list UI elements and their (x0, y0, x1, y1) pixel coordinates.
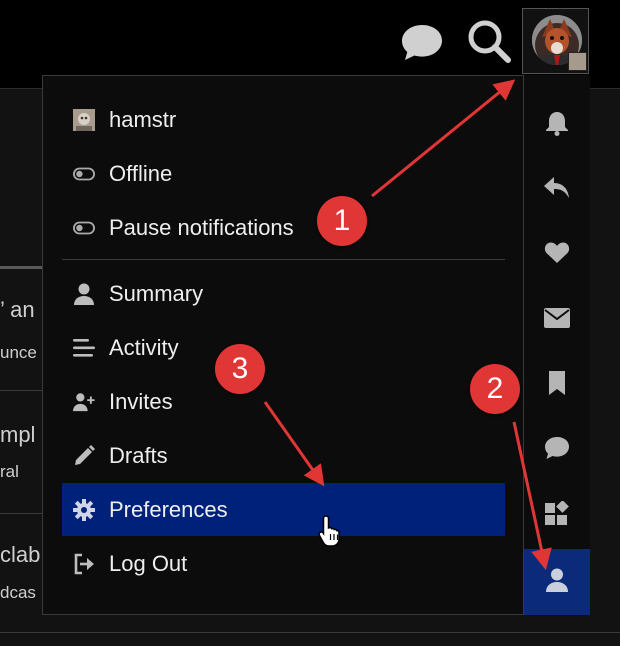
topic-title-fragment[interactable]: ’ an (0, 297, 35, 323)
reply-icon (544, 176, 570, 204)
menu-item-label: Drafts (109, 442, 168, 468)
bookmark-icon (548, 370, 566, 400)
topic-category-fragment: dcas (0, 583, 36, 602)
bell-icon (545, 110, 569, 141)
hand-cursor-icon (318, 514, 344, 553)
sign-out-icon (73, 553, 95, 575)
divider (0, 513, 42, 514)
pause-notifications-label: Pause notifications (109, 214, 294, 240)
user-profile-item[interactable]: hamstr (62, 93, 505, 146)
menu-divider (62, 259, 505, 260)
status-offline-toggle[interactable]: Offline (62, 147, 505, 200)
divider (0, 632, 620, 633)
chat-bubble-icon[interactable] (400, 22, 444, 67)
user-avatar-button[interactable] (522, 8, 589, 74)
heart-icon (544, 242, 570, 269)
user-menu-tabs (523, 75, 590, 615)
menu-item-label: Invites (109, 388, 173, 414)
tab-profile[interactable] (524, 549, 590, 615)
callout-badge-2: 2 (470, 364, 520, 414)
username: hamstr (109, 106, 177, 132)
menu-item-logout[interactable]: Log Out (62, 537, 505, 590)
tab-replies[interactable] (524, 160, 590, 220)
callout-badge-1: 1 (317, 196, 367, 246)
menu-item-label: Activity (109, 334, 179, 360)
envelope-icon (544, 307, 570, 333)
user-icon (546, 568, 568, 597)
user-mini-avatar (73, 108, 95, 131)
menu-item-label: Summary (109, 280, 204, 306)
menu-item-label: Preferences (109, 496, 228, 522)
callout-badge-3: 3 (215, 344, 265, 394)
topic-title-fragment[interactable]: clab (0, 542, 40, 568)
menu-item-label: Log Out (109, 550, 188, 576)
tab-messages[interactable] (524, 290, 590, 350)
user-icon (73, 283, 95, 305)
user-plus-icon (73, 391, 95, 413)
menu-item-preferences[interactable]: Preferences (62, 483, 505, 536)
user-avatar-mini (568, 52, 587, 71)
tab-likes[interactable] (524, 225, 590, 285)
toggle-off-icon (73, 217, 95, 239)
widgets-icon (545, 499, 569, 530)
stream-icon (73, 337, 95, 359)
tab-bookmarks[interactable] (524, 355, 590, 415)
menu-item-invites[interactable]: Invites (62, 375, 505, 428)
topic-category-fragment: ral (0, 462, 19, 481)
pencil-icon (73, 444, 95, 467)
tab-chat[interactable] (524, 420, 590, 480)
gear-icon (73, 498, 95, 521)
pause-notifications-toggle[interactable]: Pause notifications (62, 201, 505, 254)
status-offline-label: Offline (109, 160, 173, 186)
menu-item-activity[interactable]: Activity (62, 321, 505, 374)
topic-category-fragment: unce (0, 343, 37, 362)
menu-item-drafts[interactable]: Drafts (62, 429, 505, 482)
toggle-off-icon (73, 163, 95, 185)
tab-other[interactable] (524, 485, 590, 545)
comment-icon (544, 436, 570, 465)
divider (0, 266, 42, 269)
divider (0, 390, 42, 391)
search-icon[interactable] (466, 18, 512, 69)
tab-notifications[interactable] (524, 95, 590, 155)
menu-item-summary[interactable]: Summary (62, 267, 505, 320)
topic-title-fragment[interactable]: mpl (0, 422, 35, 448)
